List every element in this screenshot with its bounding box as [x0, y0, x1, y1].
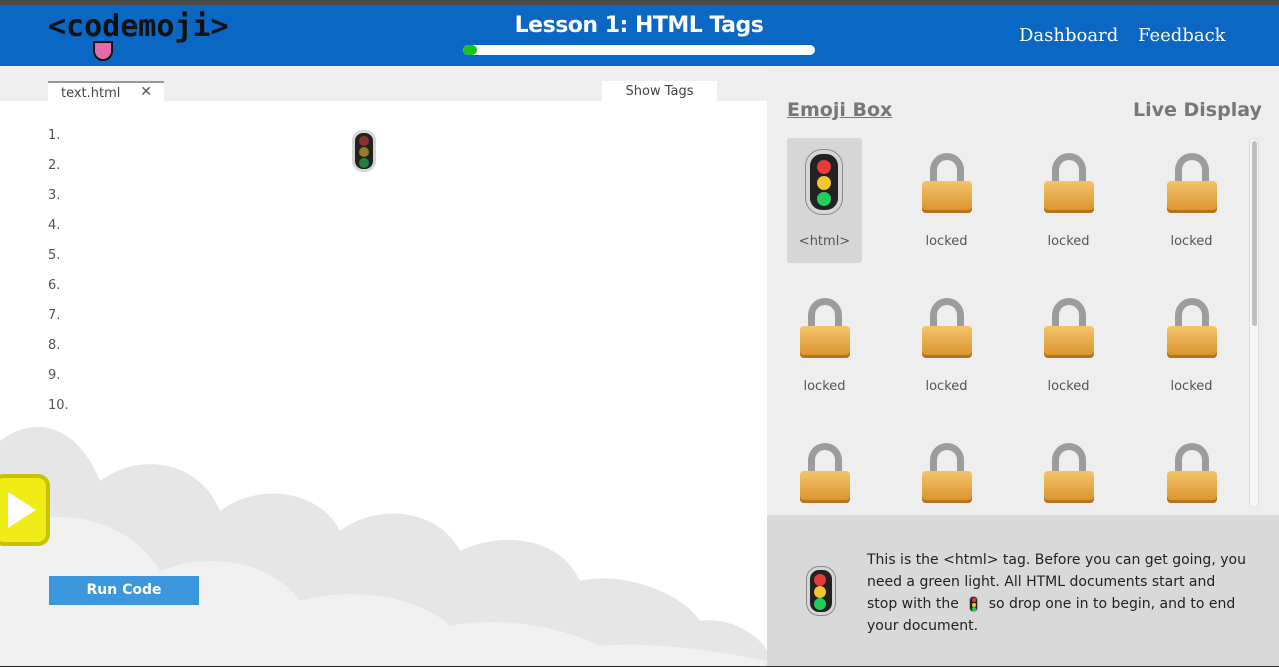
traffic-light-icon [807, 567, 835, 615]
emoji-cell-locked[interactable]: locked [1154, 138, 1229, 263]
line-numbers: 1. 2. 3. 4. 5. 6. 7. 8. 9. 10. [48, 128, 69, 428]
line-number: 6. [48, 278, 61, 293]
emoji-cell-locked[interactable]: locked [909, 283, 984, 408]
show-tags-button[interactable]: Show Tags [602, 81, 717, 102]
lock-icon [1167, 443, 1217, 505]
close-tab-icon[interactable]: ✕ [140, 84, 152, 100]
lock-icon [922, 153, 972, 215]
emoji-cell-locked[interactable]: locked [909, 138, 984, 263]
emoji-cell-locked[interactable]: locked [1154, 283, 1229, 408]
emoji-cell-label: <html> [798, 234, 851, 249]
inline-traffic-light-icon [969, 596, 979, 612]
line-number: 5. [48, 248, 61, 263]
nav-feedback-link[interactable]: Feedback [1138, 25, 1226, 46]
line-number: 7. [48, 308, 61, 323]
lock-icon [1167, 298, 1217, 360]
lock-icon [800, 298, 850, 360]
lock-icon [1044, 153, 1094, 215]
emoji-cell-label: locked [1047, 234, 1090, 249]
dragged-traffic-light-icon[interactable] [352, 130, 376, 172]
line-number: 9. [48, 368, 61, 383]
scrollbar-thumb[interactable] [1252, 141, 1257, 326]
line-number: 1. [48, 128, 61, 143]
emoji-cell-label: locked [925, 379, 968, 394]
header-bar: <codemoji> Lesson 1: HTML Tags Dashboard… [0, 5, 1279, 66]
cloud-background [0, 426, 767, 666]
play-button[interactable] [0, 474, 50, 546]
traffic-light-icon [806, 150, 842, 214]
emoji-cell-locked[interactable]: locked [787, 283, 862, 408]
line-number: 4. [48, 218, 61, 233]
emoji-panel: Emoji Box Live Display <html> locked locke… [767, 66, 1279, 515]
lock-icon [922, 298, 972, 360]
emoji-cell-label: locked [1170, 379, 1213, 394]
emoji-cell-locked[interactable]: locked [1031, 138, 1106, 263]
file-tab-label: text.html [61, 86, 121, 101]
emoji-cell-locked[interactable] [1154, 428, 1229, 515]
lock-icon [1044, 298, 1094, 360]
line-number: 2. [48, 158, 61, 173]
line-number: 3. [48, 188, 61, 203]
run-code-button[interactable]: Run Code [49, 576, 199, 605]
tag-description: This is the <html> tag. Before you can g… [867, 549, 1247, 637]
code-editor-area: text.html ✕ Show Tags 1. 2. 3. 4. 5. 6. 7. 8. 9.… [0, 66, 767, 666]
play-icon [8, 492, 36, 528]
tab-live-display[interactable]: Live Display [1133, 99, 1262, 121]
tab-emoji-box[interactable]: Emoji Box [787, 99, 892, 121]
emoji-cell-locked[interactable] [787, 428, 862, 515]
emoji-cell-locked[interactable] [909, 428, 984, 515]
emoji-cell-locked[interactable]: locked [1031, 283, 1106, 408]
lesson-progress-fill [463, 45, 478, 55]
tag-info-box: This is the <html> tag. Before you can g… [767, 515, 1279, 666]
lesson-progress-bar [463, 45, 815, 55]
nav-dashboard-link[interactable]: Dashboard [1019, 25, 1118, 46]
lock-icon [800, 443, 850, 505]
lesson-title: Lesson 1: HTML Tags [514, 13, 764, 38]
emoji-cell-locked[interactable] [1031, 428, 1106, 515]
lock-icon [1167, 153, 1217, 215]
logo-tongue-icon [93, 41, 113, 61]
lock-icon [922, 443, 972, 505]
line-number: 8. [48, 338, 61, 353]
emoji-grid-scrollbar[interactable] [1249, 138, 1259, 508]
emoji-cell-label: locked [1170, 234, 1213, 249]
lock-icon [1044, 443, 1094, 505]
codemoji-logo[interactable]: <codemoji> [48, 9, 229, 44]
emoji-cell-label: locked [1047, 379, 1090, 394]
emoji-cell-label: locked [803, 379, 846, 394]
emoji-cell-html[interactable]: <html> [787, 138, 862, 263]
file-tab-text-html[interactable]: text.html ✕ [48, 81, 164, 102]
emoji-cell-label: locked [925, 234, 968, 249]
